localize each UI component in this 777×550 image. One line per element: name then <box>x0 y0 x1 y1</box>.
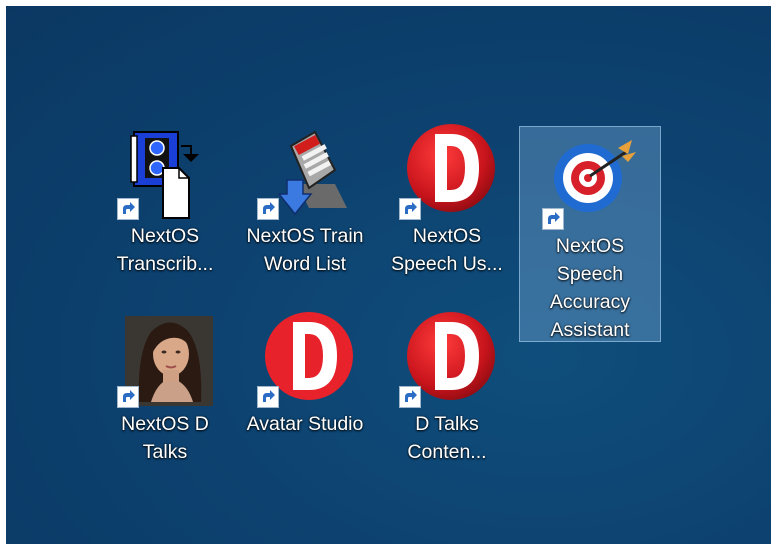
target-bullseye-icon <box>542 134 638 230</box>
desktop-icon-label: D Talks Conten... <box>407 413 487 463</box>
desktop-icon-nextos-speech-us[interactable]: NextOS Speech Us... <box>377 124 517 294</box>
desktop-icon-label: NextOS D Talks <box>121 413 209 463</box>
desktop-icon-nextos-train-word-list[interactable]: NextOS Train Word List <box>235 124 375 294</box>
desktop: NextOS Transcrib... NextOS Train Word Li… <box>6 6 771 544</box>
desktop-icon-label: NextOS Transcrib... <box>116 225 214 275</box>
avatar-portrait-icon <box>117 312 213 408</box>
red-d-logo-icon <box>399 124 495 220</box>
shortcut-arrow-icon <box>117 198 139 220</box>
desktop-icon-nextos-d-talks[interactable]: NextOS D Talks <box>95 312 235 472</box>
red-d-logo-icon <box>399 312 495 408</box>
shortcut-arrow-icon <box>257 198 279 220</box>
shortcut-arrow-icon <box>257 386 279 408</box>
desktop-icon-label: NextOS Speech Accuracy Assistant <box>549 235 631 341</box>
desktop-icon-nextos-transcriber[interactable]: NextOS Transcrib... <box>95 124 235 294</box>
red-d-logo-icon <box>257 312 353 408</box>
shortcut-arrow-icon <box>399 386 421 408</box>
shortcut-arrow-icon <box>117 386 139 408</box>
word-list-app-icon <box>257 124 353 220</box>
desktop-icon-label: Avatar Studio <box>246 413 364 435</box>
desktop-icon-nextos-speech-accuracy-assistant[interactable]: NextOS Speech Accuracy Assistant <box>519 126 661 342</box>
desktop-icon-label: NextOS Train Word List <box>246 225 364 275</box>
desktop-icon-avatar-studio[interactable]: Avatar Studio <box>235 312 375 472</box>
shortcut-arrow-icon <box>399 198 421 220</box>
desktop-icon-d-talks-content[interactable]: D Talks Conten... <box>377 312 517 472</box>
transcriber-app-icon <box>117 124 213 220</box>
shortcut-arrow-icon <box>542 208 564 230</box>
desktop-icon-label: NextOS Speech Us... <box>391 225 503 275</box>
